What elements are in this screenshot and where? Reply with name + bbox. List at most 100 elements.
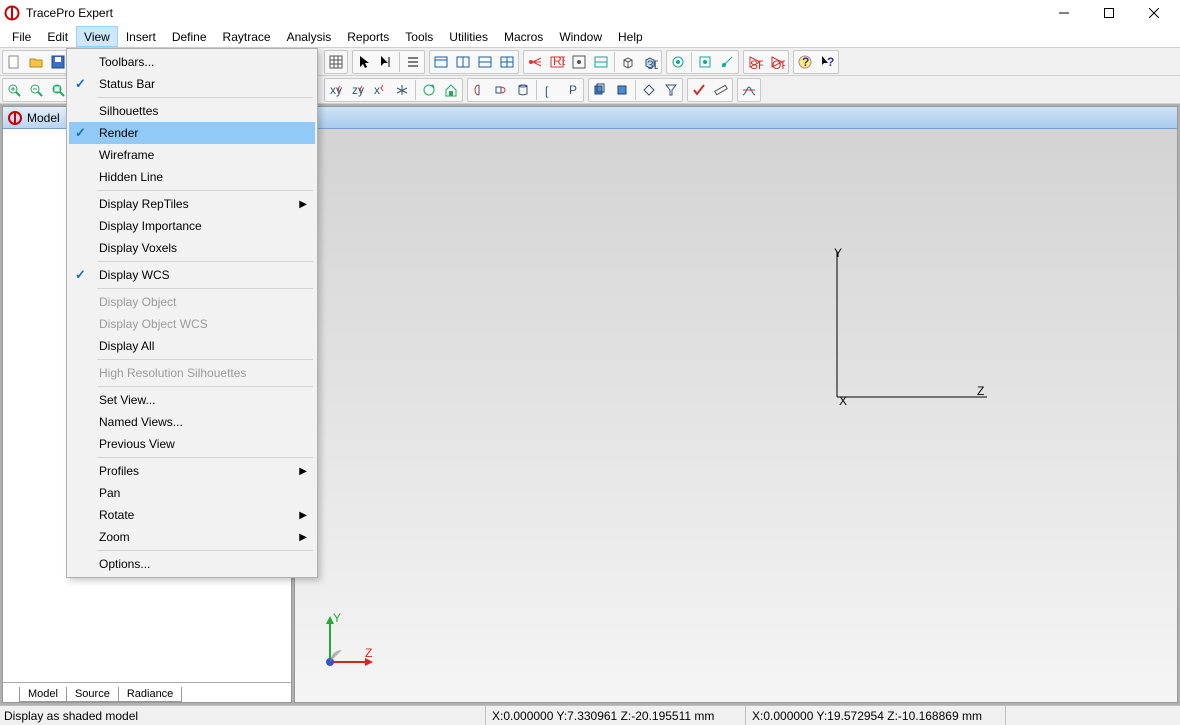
zoom-in-icon[interactable] <box>3 79 25 101</box>
window4-icon[interactable] <box>496 51 518 73</box>
wcs-axis-display: Y Z X <box>827 247 997 407</box>
viewport-caption[interactable] <box>295 107 1177 129</box>
menu-item-rotate[interactable]: Rotate▶ <box>69 504 315 526</box>
menu-file[interactable]: File <box>4 26 39 47</box>
zoom-out-icon[interactable] <box>25 79 47 101</box>
menu-item-hidden-line[interactable]: Hidden Line <box>69 166 315 188</box>
svg-text:?: ? <box>827 55 834 69</box>
tab-model[interactable]: Model <box>19 687 67 702</box>
svg-text:?: ? <box>802 55 809 69</box>
svg-text:zy: zy <box>352 83 364 97</box>
target1-icon[interactable] <box>667 51 689 73</box>
viewport[interactable]: Y Z X Y Z <box>294 106 1178 703</box>
menu-item-render[interactable]: ✓Render <box>69 122 315 144</box>
submenu-arrow-icon: ▶ <box>299 510 307 521</box>
ray-icon-4[interactable] <box>590 51 612 73</box>
minimize-button[interactable] <box>1041 0 1086 26</box>
menu-item-options[interactable]: Options... <box>69 553 315 575</box>
menu-item-toolbars[interactable]: Toolbars... <box>69 51 315 73</box>
solid1-icon[interactable] <box>589 79 611 101</box>
rotate-icon[interactable] <box>418 79 440 101</box>
menu-item-display-all[interactable]: Display All <box>69 335 315 357</box>
menu-item-status-bar[interactable]: ✓Status Bar <box>69 73 315 95</box>
help-icon[interactable]: ? <box>794 51 816 73</box>
menu-item-display-importance[interactable]: Display Importance <box>69 215 315 237</box>
axis-y-label: Y <box>834 247 842 260</box>
window3-icon[interactable] <box>474 51 496 73</box>
ray-icon-2[interactable]: REV <box>546 51 568 73</box>
window-title: TracePro Expert <box>26 6 1041 20</box>
shape1-icon[interactable] <box>468 79 490 101</box>
yz-view-icon[interactable]: zy <box>347 79 369 101</box>
menu-define[interactable]: Define <box>164 26 215 47</box>
tab-source[interactable]: Source <box>66 687 119 702</box>
opl-icon[interactable]: OPL <box>766 51 788 73</box>
select-arrow2-icon[interactable] <box>375 51 397 73</box>
menu-edit[interactable]: Edit <box>39 26 76 47</box>
status-coord-2: X:0.000000 Y:19.572954 Z:-10.168869 mm <box>745 706 1005 725</box>
ruler-icon[interactable] <box>710 79 732 101</box>
cube3d-icon[interactable]: 3D <box>639 51 661 73</box>
menu-item-wireframe[interactable]: Wireframe <box>69 144 315 166</box>
menu-item-display-reptiles[interactable]: Display RepTiles▶ <box>69 193 315 215</box>
check-icon: ✓ <box>75 76 86 92</box>
close-button[interactable] <box>1131 0 1176 26</box>
select-arrow-icon[interactable] <box>353 51 375 73</box>
menu-reports[interactable]: Reports <box>339 26 397 47</box>
list-icon[interactable] <box>402 51 424 73</box>
menu-item-profiles[interactable]: Profiles▶ <box>69 460 315 482</box>
menu-item-high-res-silhouettes: High Resolution Silhouettes <box>69 362 315 384</box>
menu-item-silhouettes[interactable]: Silhouettes <box>69 100 315 122</box>
menu-insert[interactable]: Insert <box>118 26 164 47</box>
p-icon[interactable]: P <box>561 79 583 101</box>
xz-view-icon[interactable]: x <box>369 79 391 101</box>
menu-item-pan[interactable]: Pan <box>69 482 315 504</box>
diamond-icon[interactable] <box>638 79 660 101</box>
home-icon[interactable] <box>440 79 462 101</box>
svg-text:REV: REV <box>553 54 565 68</box>
context-help-icon[interactable]: ? <box>816 51 838 73</box>
shape2-icon[interactable] <box>490 79 512 101</box>
menu-view[interactable]: View <box>76 26 118 47</box>
ray-icon-1[interactable] <box>524 51 546 73</box>
check-icon[interactable] <box>688 79 710 101</box>
funnel-icon[interactable] <box>660 79 682 101</box>
new-file-icon[interactable] <box>3 51 25 73</box>
menu-item-zoom[interactable]: Zoom▶ <box>69 526 315 548</box>
menu-utilities[interactable]: Utilities <box>441 26 496 47</box>
solid2-icon[interactable] <box>611 79 633 101</box>
maximize-button[interactable] <box>1086 0 1131 26</box>
menu-item-named-views[interactable]: Named Views... <box>69 411 315 433</box>
window2-icon[interactable] <box>452 51 474 73</box>
srt-icon[interactable]: SRT <box>744 51 766 73</box>
menu-macros[interactable]: Macros <box>496 26 551 47</box>
target2-icon[interactable] <box>694 51 716 73</box>
menu-item-display-wcs[interactable]: ✓Display WCS <box>69 264 315 286</box>
shape3-icon[interactable] <box>512 79 534 101</box>
tab-radiance[interactable]: Radiance <box>118 687 182 702</box>
xy-view-icon[interactable]: xy <box>325 79 347 101</box>
bracket1-icon[interactable]: [ <box>539 79 561 101</box>
target3-icon[interactable] <box>716 51 738 73</box>
menu-help[interactable]: Help <box>610 26 651 47</box>
axis-z-label: Z <box>977 384 984 398</box>
menu-item-set-view[interactable]: Set View... <box>69 389 315 411</box>
menu-analysis[interactable]: Analysis <box>279 26 340 47</box>
submenu-arrow-icon: ▶ <box>299 532 307 543</box>
menu-window[interactable]: Window <box>551 26 610 47</box>
panel-title: Model <box>27 111 60 125</box>
grid-icon[interactable] <box>325 51 347 73</box>
curve-icon[interactable] <box>738 79 760 101</box>
menu-tools[interactable]: Tools <box>397 26 441 47</box>
cube-icon[interactable] <box>617 51 639 73</box>
status-coord-1: X:0.000000 Y:7.330961 Z:-20.195511 mm <box>485 706 745 725</box>
iso-view-icon[interactable] <box>391 79 413 101</box>
statusbar: Display as shaded model X:0.000000 Y:7.3… <box>0 705 1180 725</box>
ray-icon-3[interactable] <box>568 51 590 73</box>
menu-item-previous-view[interactable]: Previous View <box>69 433 315 455</box>
window1-icon[interactable] <box>430 51 452 73</box>
svg-text:P: P <box>569 83 577 97</box>
menu-item-display-voxels[interactable]: Display Voxels <box>69 237 315 259</box>
menu-raytrace[interactable]: Raytrace <box>215 26 279 47</box>
open-file-icon[interactable] <box>25 51 47 73</box>
